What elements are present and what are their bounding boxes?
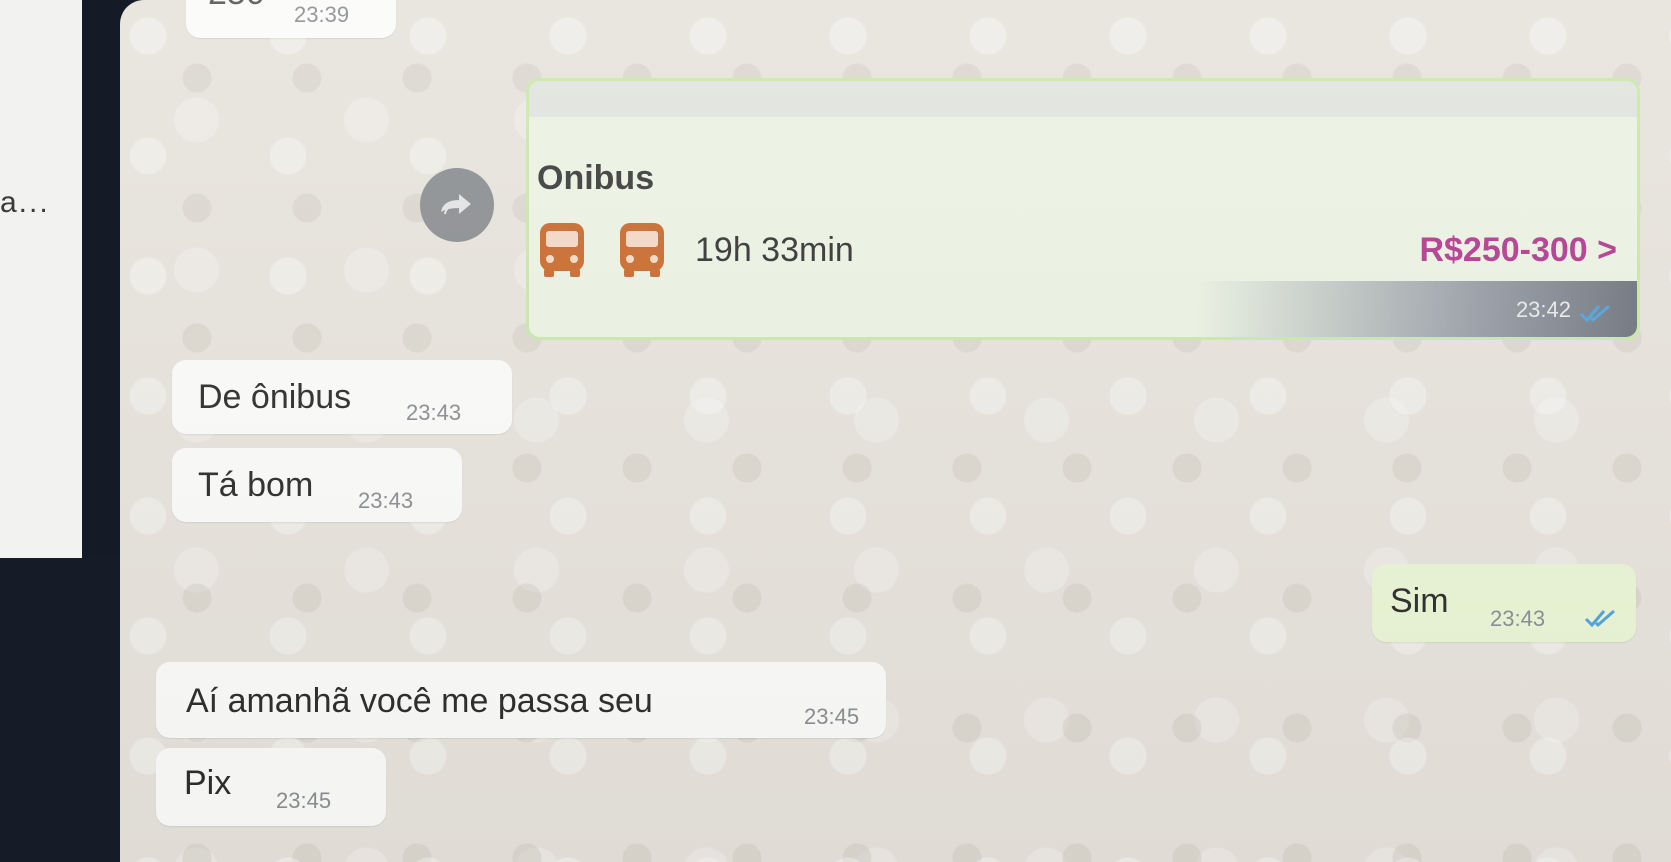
card-title: Onibus [537, 159, 655, 197]
message-text: Sim [1390, 582, 1449, 620]
card-header-strip [529, 81, 1637, 117]
message-text: De ônibus [198, 378, 352, 416]
message-bubble-incoming[interactable]: Tá bom 23:43 [172, 448, 462, 522]
message-bubble-incoming[interactable]: Aí amanhã você me passa seu 23:45 [156, 662, 886, 738]
message-bubble-prev[interactable]: 250 23:39 [186, 0, 396, 38]
forwarded-bus-card[interactable]: Onibus 19h 33min R$250-300 > 23:42 [526, 78, 1640, 340]
price-link[interactable]: R$250-300 > [1419, 231, 1617, 270]
forward-button[interactable] [420, 168, 494, 242]
conversation-panel: 250 23:39 Onibus [120, 0, 1671, 862]
forward-icon [441, 194, 471, 215]
chat-preview-snippet[interactable]: a... [0, 186, 50, 220]
message-bubble-outgoing[interactable]: Sim 23:43 [1372, 564, 1636, 642]
message-text: 250 [208, 0, 265, 13]
message-bubble-incoming[interactable]: De ônibus 23:43 [172, 360, 512, 434]
message-time: 23:43 [406, 400, 462, 425]
trip-duration: 19h 33min [695, 231, 854, 269]
card-footer [529, 281, 1637, 337]
screen: a... 250 23:39 Onibus [0, 0, 1671, 862]
chat-list-panel: a... [0, 0, 82, 558]
bus-icon [620, 223, 664, 277]
message-time: 23:39 [294, 2, 350, 27]
message-text: Tá bom [198, 466, 314, 504]
double-check-icon [1584, 609, 1615, 628]
message-text: Pix [184, 764, 232, 802]
bus-icon [540, 223, 584, 277]
message-bubble-incoming[interactable]: Pix 23:45 [156, 748, 386, 826]
double-check-icon [1579, 304, 1610, 323]
message-time: 23:42 [1515, 297, 1571, 322]
message-time: 23:45 [276, 788, 332, 813]
monitor-bezel-lower [0, 558, 134, 862]
message-time: 23:45 [804, 704, 860, 729]
message-text: Aí amanhã você me passa seu [186, 682, 653, 720]
message-time: 23:43 [358, 488, 414, 513]
message-time: 23:43 [1490, 606, 1546, 631]
